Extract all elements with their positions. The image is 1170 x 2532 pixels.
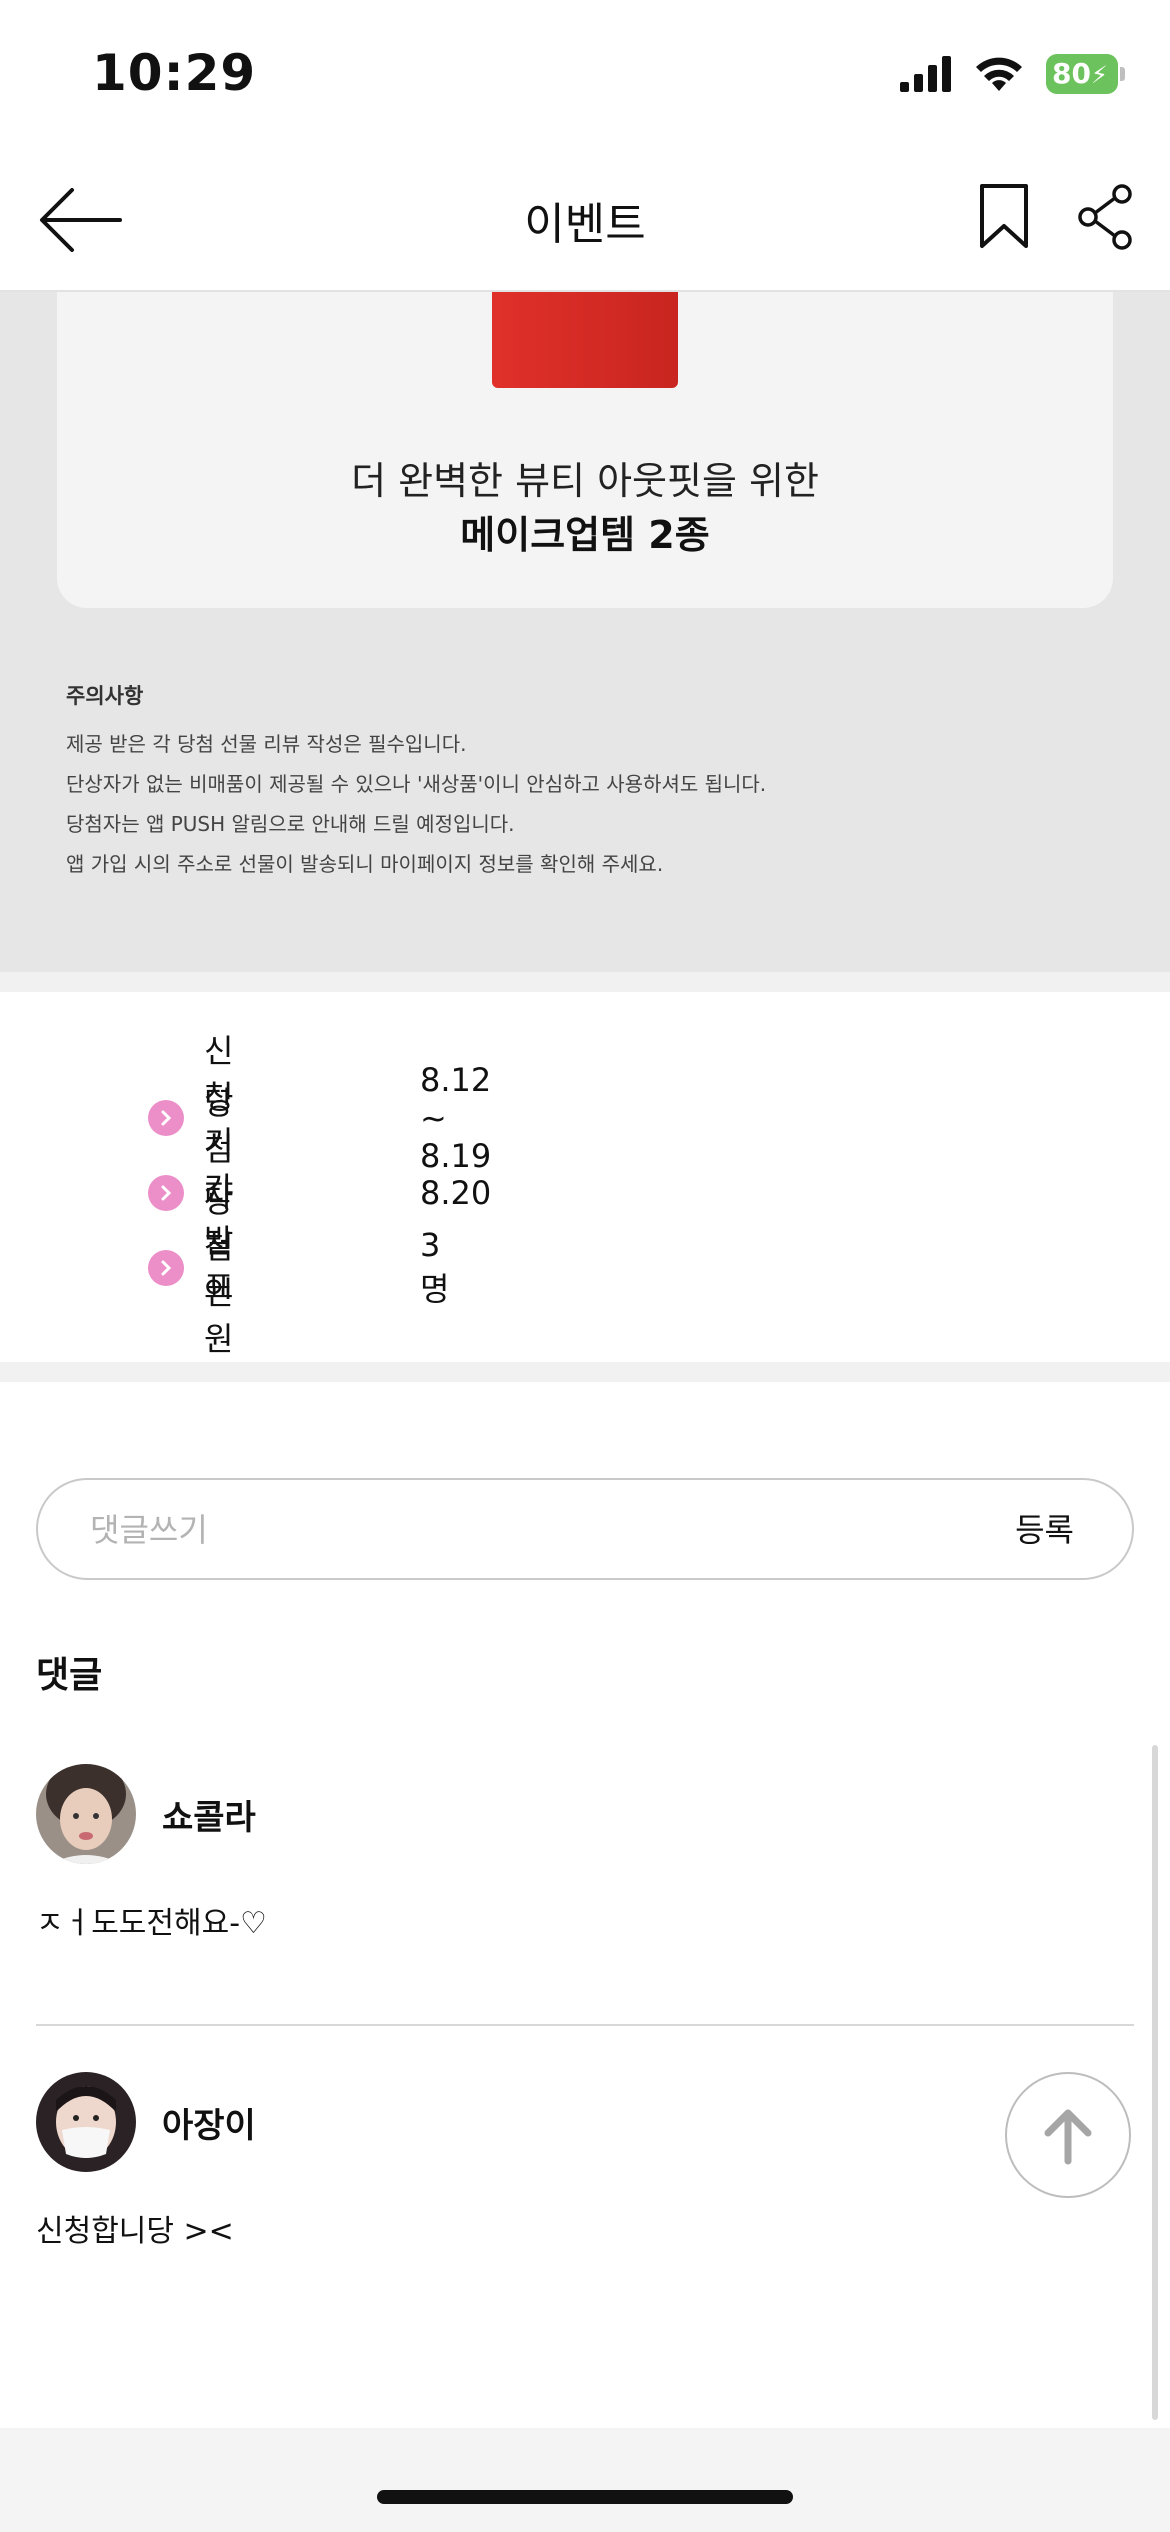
bookmark-button[interactable]: [976, 182, 1032, 252]
comment-author[interactable]: 아장이: [162, 2098, 256, 2147]
avatar[interactable]: [36, 2072, 136, 2172]
comment-input[interactable]: [90, 1504, 970, 1556]
chevron-right-icon: [148, 1174, 184, 1211]
info-label: 당첨 인원: [204, 1181, 234, 1358]
submit-comment-button[interactable]: 등록: [1015, 1504, 1074, 1556]
event-info-list: 신청기간 8.12 ~ 8.19 당첨자 발표 8.20 당첨 인원 3명: [148, 1032, 491, 1358]
battery-icon: 80⚡: [1046, 54, 1125, 94]
info-value: 3명: [420, 1225, 450, 1308]
signal-icon: [900, 56, 951, 92]
comment-text: ㅈㅓ도도전해요-♡: [36, 1906, 267, 1941]
wifi-icon: [976, 57, 1022, 91]
card-subtitle: 더 완벽한 뷰티 아웃핏을 위한: [351, 459, 819, 503]
info-row-period: 신청기간 8.12 ~ 8.19: [148, 1032, 491, 1208]
bookmark-icon: [980, 184, 1028, 248]
card-title: 메이크업템 2종: [460, 513, 710, 557]
comment-text: 신청합니당 ><: [36, 2214, 234, 2249]
section-divider: [0, 972, 1170, 992]
notice-line: 당첨자는 앱 PUSH 알림으로 안내해 드릴 예정입니다.: [66, 812, 515, 836]
info-value: 8.20: [420, 1173, 492, 1212]
bottom-safe-area: [0, 2428, 1170, 2532]
status-time: 10:29: [92, 44, 257, 102]
scroll-to-top-button[interactable]: [1005, 2072, 1131, 2198]
info-row-announcement: 당첨자 발표 8.20: [148, 1084, 491, 1306]
event-detail-screen: 10:29 80⚡ 이벤트 더 완벽한 뷰티 아웃핏을 위한 메이크업템 2종 …: [0, 0, 1170, 2532]
comment-divider: [36, 2024, 1134, 2026]
event-detail-image: 더 완벽한 뷰티 아웃핏을 위한 메이크업템 2종 주의사항 제공 받은 각 당…: [0, 292, 1170, 972]
notice-list: 제공 받은 각 당첨 선물 리뷰 작성은 필수입니다. 단상자가 없는 비매품이…: [66, 724, 766, 884]
home-indicator[interactable]: [377, 2490, 793, 2504]
info-row-winners: 당첨 인원 3명: [148, 1182, 449, 1358]
comment-form: 등록: [36, 1478, 1134, 1580]
chevron-right-icon: [148, 1249, 184, 1286]
notice-line: 앱 가입 시의 주소로 선물이 발송되니 마이페이지 정보를 확인해 주세요.: [66, 852, 664, 876]
section-divider: [0, 1362, 1170, 1382]
status-icons: 80⚡: [900, 52, 1125, 96]
notice-title: 주의사항: [66, 684, 144, 708]
notice-line: 단상자가 없는 비매품이 제공될 수 있으나 '새상품'이니 안심하고 사용하셔…: [66, 772, 767, 796]
info-value: 8.12 ~ 8.19: [420, 1060, 492, 1175]
arrow-up-icon: [1044, 2109, 1092, 2165]
share-icon: [1078, 184, 1132, 250]
avatar[interactable]: [36, 1764, 136, 1864]
battery-level: 80: [1052, 57, 1091, 90]
status-bar: 10:29 80⚡: [0, 0, 1170, 150]
comment-author[interactable]: 쇼콜라: [162, 1790, 256, 1839]
product-image: [492, 292, 678, 388]
share-button[interactable]: [1078, 182, 1134, 252]
notice-line: 제공 받은 각 당첨 선물 리뷰 작성은 필수입니다.: [66, 732, 467, 756]
chevron-right-icon: [148, 1099, 184, 1136]
comments-title: 댓글: [36, 1655, 103, 1696]
top-nav-bar: 이벤트: [0, 150, 1170, 292]
event-product-card: 더 완벽한 뷰티 아웃핏을 위한 메이크업템 2종: [57, 292, 1113, 608]
scrollbar[interactable]: [1152, 1745, 1158, 2420]
